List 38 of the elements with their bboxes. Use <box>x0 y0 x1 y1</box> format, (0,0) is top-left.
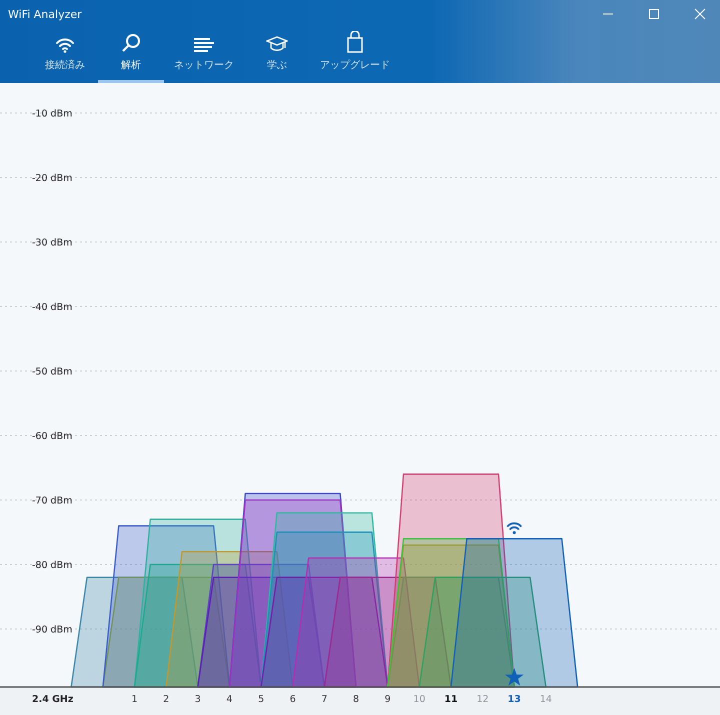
maximize-icon[interactable] <box>648 8 660 20</box>
channel-label: 6 <box>290 694 296 705</box>
axis-label: -50 dBm <box>32 366 72 378</box>
nav-tab[interactable]: ネットワーク <box>164 28 244 83</box>
channel-label: 7 <box>321 694 328 705</box>
channel-label: 8 <box>353 694 360 705</box>
channel-label: 12 <box>476 694 489 705</box>
close-icon[interactable] <box>694 8 706 20</box>
channel-label: 13 <box>508 694 521 705</box>
window-title: WiFi Analyzer <box>8 8 82 20</box>
star-icon <box>504 668 524 686</box>
nav-tab[interactable]: 学ぶ <box>244 28 310 83</box>
nav-tab[interactable]: 接続済み <box>32 28 98 83</box>
nav-tab[interactable]: 解析 <box>98 28 164 83</box>
channel-label: 10 <box>413 694 426 705</box>
axis-label: -70 dBm <box>32 495 72 506</box>
axis-label: -90 dBm <box>32 624 72 636</box>
lines-icon <box>193 37 215 53</box>
channel-label: 9 <box>384 694 391 705</box>
channel-label: 5 <box>258 694 264 705</box>
graduation-cap-icon <box>266 35 288 53</box>
wifi-icon <box>55 37 75 53</box>
axis-label: -30 dBm <box>32 238 72 248</box>
shopping-bag-icon <box>346 31 364 53</box>
channel-label: 3 <box>194 694 201 705</box>
axis-label: -10 dBm <box>32 108 72 120</box>
channel-label: 1 <box>131 694 138 705</box>
nav-tab[interactable]: アップグレード <box>310 28 400 83</box>
axis-label: -80 dBm <box>32 560 72 571</box>
channel-label: 11 <box>444 694 458 705</box>
band-label: 2.4 GHz <box>32 694 74 705</box>
axis-label: -40 dBm <box>32 302 72 313</box>
channel-label: 2 <box>163 694 170 705</box>
channel-label: 4 <box>226 694 232 705</box>
channel-label: 14 <box>540 694 552 705</box>
search-icon <box>121 33 141 53</box>
axis-label: -60 dBm <box>32 430 72 442</box>
axis-label: -20 dBm <box>32 173 72 184</box>
